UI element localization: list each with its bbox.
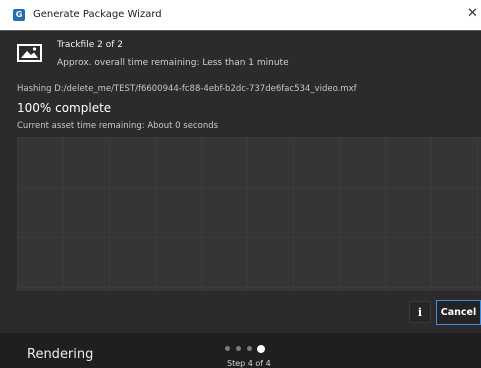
info-button[interactable]: i (409, 301, 431, 323)
cancel-button[interactable]: Cancel (436, 300, 481, 325)
log-panel[interactable] (17, 137, 481, 291)
hashing-status: Hashing D:/delete_me/TEST/f6600944-fc88-… (17, 84, 357, 94)
image-icon (17, 44, 42, 62)
step-dot (236, 346, 241, 351)
step-dot (225, 346, 230, 351)
wizard-window: G Generate Package Wizard ✕ Trackfile 2 … (0, 0, 481, 368)
title-bar: G Generate Package Wizard ✕ (0, 0, 481, 30)
window-title: Generate Package Wizard (33, 9, 162, 20)
close-icon[interactable]: ✕ (467, 7, 478, 21)
approx-time-label: Approx. overall time remaining: Less tha… (57, 58, 289, 68)
step-dot (247, 346, 252, 351)
asset-time-label: Current asset time remaining: About 0 se… (17, 121, 219, 131)
step-label: Step 4 of 4 (227, 359, 271, 368)
percent-complete: 100% complete (17, 101, 112, 115)
step-dot-current (257, 345, 265, 353)
app-logo-icon: G (13, 9, 25, 21)
trackfile-label: Trackfile 2 of 2 (57, 40, 123, 50)
stage-label: Rendering (27, 347, 94, 362)
